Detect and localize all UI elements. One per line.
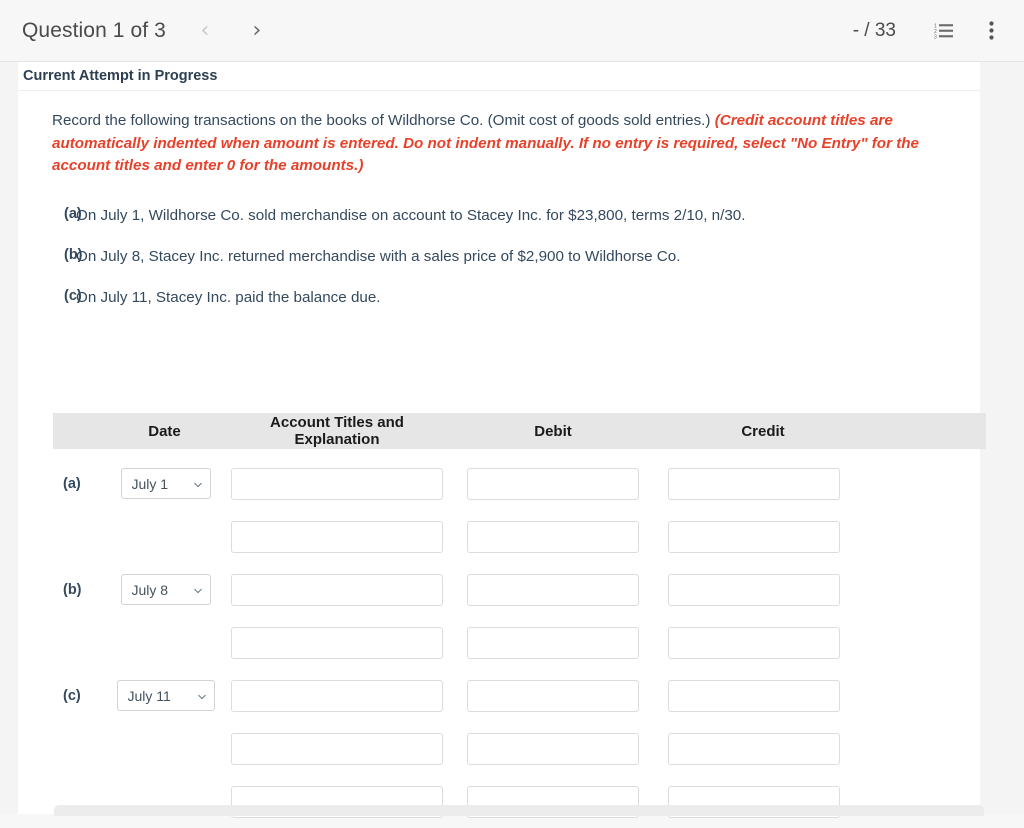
credit-amount-input[interactable] [668, 520, 840, 553]
account-title-input[interactable] [231, 467, 443, 500]
column-header-credit: Credit [741, 422, 785, 440]
table-row: (a) July 1 [53, 457, 986, 510]
row-debit-cell [443, 732, 663, 765]
ordered-list-icon-svg: 1 2 3 [934, 24, 953, 40]
account-title-input[interactable] [231, 573, 443, 606]
kebab-menu-icon[interactable] [974, 14, 1008, 48]
row-letter: (c) [63, 687, 81, 704]
row-debit-cell [443, 520, 663, 553]
attempt-status-label: Current Attempt in Progress [23, 68, 218, 84]
row-debit-cell [443, 626, 663, 659]
table-row: (b) July 8 [53, 563, 986, 616]
score-display: - / 33 [852, 19, 896, 41]
row-account-cell [231, 467, 443, 500]
list-item: (b) On July 8, Stacey Inc. returned merc… [18, 247, 980, 267]
row-credit-cell [663, 520, 863, 553]
row-date-cell: July 8 [98, 574, 231, 605]
kebab-menu-icon-svg [988, 21, 994, 40]
date-select-wrapper: July 11 [116, 680, 215, 711]
transaction-list: (a) On July 1, Wildhorse Co. sold mercha… [18, 206, 980, 308]
column-header-date: Date [148, 422, 181, 440]
table-row [53, 616, 986, 669]
topbar-right-group: - / 33 1 2 3 [853, 14, 1008, 48]
attempt-status-band: Current Attempt in Progress [18, 62, 980, 91]
credit-amount-input[interactable] [668, 467, 840, 500]
list-item: (a) On July 1, Wildhorse Co. sold mercha… [18, 206, 980, 226]
row-letter: (b) [63, 581, 82, 598]
row-debit-cell [443, 573, 663, 606]
table-body: (a) July 1 (b) July 8 (c) July 11 [53, 449, 986, 828]
debit-amount-input[interactable] [467, 679, 639, 712]
transaction-letter: (a) [64, 205, 82, 222]
account-title-input[interactable] [231, 679, 443, 712]
journal-entry-table: Date Account Titles and Explanation Debi… [53, 413, 986, 828]
date-select[interactable]: July 8 [120, 574, 211, 605]
debit-amount-input[interactable] [467, 732, 639, 765]
question-panel: Current Attempt in Progress Record the f… [18, 62, 986, 818]
row-debit-cell [443, 467, 663, 500]
row-credit-cell [663, 626, 863, 659]
date-select-wrapper: July 1 [120, 468, 211, 499]
instruction-plain-text: Record the following transactions on the… [52, 112, 711, 129]
row-credit-cell [663, 467, 863, 500]
question-topbar: Question 1 of 3 ‹ › - / 33 1 2 3 [0, 0, 1024, 62]
bottom-section-strip [54, 805, 984, 816]
row-account-cell [231, 679, 443, 712]
row-account-cell [231, 520, 443, 553]
row-credit-cell [663, 679, 863, 712]
row-date-cell: July 11 [98, 680, 231, 711]
debit-amount-input[interactable] [467, 626, 639, 659]
row-credit-cell [663, 732, 863, 765]
table-row [53, 510, 986, 563]
page-title: Question 1 of 3 [22, 18, 166, 42]
row-account-cell [231, 626, 443, 659]
question-content: Record the following transactions on the… [18, 92, 986, 818]
page-shell: Current Attempt in Progress Record the f… [0, 62, 1024, 818]
debit-amount-input[interactable] [467, 467, 639, 500]
row-letter: (a) [63, 475, 81, 492]
chevron-right-icon[interactable]: › [240, 14, 274, 48]
ordered-list-icon[interactable]: 1 2 3 [926, 14, 960, 48]
credit-amount-input[interactable] [668, 679, 840, 712]
row-date-cell: July 1 [98, 468, 231, 499]
account-title-input[interactable] [231, 626, 443, 659]
transaction-text: On July 8, Stacey Inc. returned merchand… [76, 247, 681, 265]
debit-amount-input[interactable] [467, 573, 639, 606]
credit-amount-input[interactable] [668, 626, 840, 659]
chevron-left-icon[interactable]: ‹ [188, 14, 222, 48]
question-nav: ‹ › [188, 14, 274, 48]
transaction-text: On July 1, Wildhorse Co. sold merchandis… [76, 206, 746, 224]
svg-text:3: 3 [934, 35, 937, 40]
credit-amount-input[interactable] [668, 573, 840, 606]
list-item: (c) On July 11, Stacey Inc. paid the bal… [18, 288, 980, 308]
account-title-input[interactable] [231, 520, 443, 553]
row-credit-cell [663, 573, 863, 606]
debit-amount-input[interactable] [467, 520, 639, 553]
instruction-paragraph: Record the following transactions on the… [52, 110, 958, 178]
table-row [53, 722, 986, 775]
date-select[interactable]: July 1 [120, 468, 211, 499]
transaction-letter: (b) [64, 246, 83, 263]
row-account-cell [231, 573, 443, 606]
credit-amount-input[interactable] [668, 732, 840, 765]
date-select[interactable]: July 11 [116, 680, 215, 711]
column-header-debit: Debit [534, 422, 572, 440]
column-header-account: Account Titles and Explanation [270, 414, 404, 448]
row-account-cell [231, 732, 443, 765]
account-title-input[interactable] [231, 732, 443, 765]
table-row [53, 775, 986, 828]
transaction-letter: (c) [64, 287, 82, 304]
transaction-text: On July 11, Stacey Inc. paid the balance… [76, 288, 381, 306]
row-debit-cell [443, 679, 663, 712]
table-header-row: Date Account Titles and Explanation Debi… [53, 413, 986, 449]
date-select-wrapper: July 8 [120, 574, 211, 605]
table-row: (c) July 11 [53, 669, 986, 722]
